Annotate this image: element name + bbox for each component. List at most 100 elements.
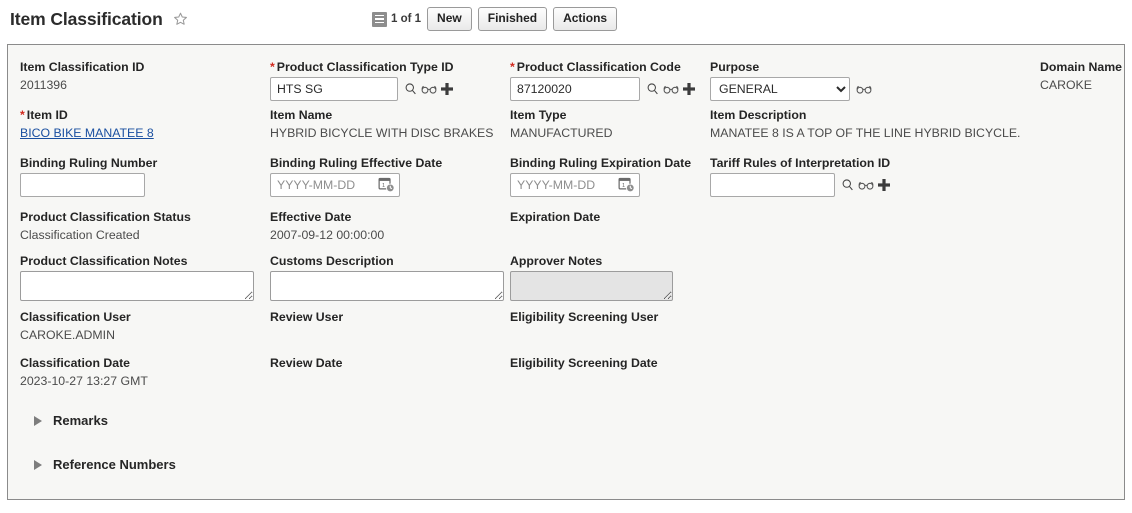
form-row-4: Product Classification Status Classifica… [20,209,1112,253]
field-effective-date: Effective Date 2007-09-12 00:00:00 [270,209,510,253]
field-binding-ruling-number: Binding Ruling Number [20,155,270,209]
field-domain-name: Domain Name CAROKE [1040,59,1123,107]
chevron-right-icon [34,459,42,470]
field-value: CAROKE.ADMIN [20,328,115,342]
field-label: Product Classification Notes [20,254,188,268]
actions-button[interactable]: Actions [553,7,618,31]
field-classification-date: Classification Date 2023-10-27 13:27 GMT [20,355,270,399]
field-label: Binding Ruling Effective Date [270,156,443,170]
section-label: Remarks [53,413,108,428]
field-label: Classification Date [20,356,131,370]
field-label: Approver Notes [510,254,603,268]
product-classification-notes-textarea[interactable] [20,271,254,301]
required-marker: * [510,60,515,74]
svg-text:1: 1 [382,183,385,189]
field-review-user: Review User [270,309,510,355]
chevron-right-icon [34,415,42,426]
field-item-name: Item Name HYBRID BICYCLE WITH DISC BRAKE… [270,107,510,155]
new-button[interactable]: New [427,7,472,31]
field-label: Domain Name [1040,60,1123,74]
section-reference-numbers[interactable]: Reference Numbers [34,457,1112,472]
field-product-classification-code: * Product Classification Code [510,59,710,107]
field-eligibility-screening-date: Eligibility Screening Date [510,355,710,399]
form-row-3: Binding Ruling Number Binding Ruling Eff… [20,155,1112,209]
form-row-1: Item Classification ID 2011396 * Product … [20,59,1123,107]
field-eligibility-screening-user: Eligibility Screening User [510,309,710,355]
field-label: Effective Date [270,210,352,224]
customs-description-textarea[interactable] [270,271,504,301]
field-label: Classification User [20,310,131,324]
header-toolbar: 1 of 1 New Finished Actions [372,7,618,31]
field-label: Review User [270,310,344,324]
plus-add-icon[interactable] [877,178,891,192]
required-marker: * [270,60,275,74]
field-label: Item Description [710,108,807,122]
search-icon[interactable] [404,82,418,96]
item-classification-form: Item Classification ID 2011396 * Product … [8,45,1124,472]
glasses-view-icon[interactable] [858,179,874,191]
field-value: 2011396 [20,78,67,92]
field-value: CAROKE [1040,78,1092,92]
item-id-link[interactable]: BICO BIKE MANATEE 8 [20,125,270,141]
lookup-icon-group [841,178,891,192]
lookup-icon-group [856,83,872,95]
lookup-icon-group [404,82,454,96]
field-value: MANUFACTURED [510,126,613,140]
field-classification-user: Classification User CAROKE.ADMIN [20,309,270,355]
glasses-view-icon[interactable] [663,83,679,95]
field-label: Item Type [510,108,567,122]
binding-ruling-number-input[interactable] [20,173,145,197]
calendar-clock-icon[interactable]: 1 [378,176,395,198]
approver-notes-textarea [510,271,673,301]
field-label: Item Classification ID [20,60,145,74]
product-classification-code-input[interactable] [510,77,640,101]
field-product-classification-type-id: * Product Classification Type ID [270,59,510,107]
field-label: Tariff Rules of Interpretation ID [710,156,891,170]
field-item-classification-id: Item Classification ID 2011396 [20,59,270,107]
field-binding-ruling-expiration-date: Binding Ruling Expiration Date 1 [510,155,710,209]
plus-add-icon[interactable] [440,82,454,96]
field-item-type: Item Type MANUFACTURED [510,107,710,155]
field-label: Expiration Date [510,210,601,224]
field-product-classification-notes: Product Classification Notes [20,253,270,309]
field-expiration-date: Expiration Date [510,209,710,253]
page-title: Item Classification [10,8,163,29]
star-outline-icon[interactable] [173,12,188,27]
form-row-2: * Item ID BICO BIKE MANATEE 8 Item Name H… [20,107,1112,155]
field-label: Product Classification Status [20,210,191,224]
tariff-rules-of-interpretation-id-input[interactable] [710,173,835,197]
search-icon[interactable] [646,82,660,96]
field-label: Review Date [270,356,343,370]
field-value: 2023-10-27 13:27 GMT [20,374,148,388]
list-view-icon[interactable] [372,11,387,27]
field-item-id: * Item ID BICO BIKE MANATEE 8 [20,107,270,155]
product-classification-type-id-input[interactable] [270,77,398,101]
field-review-date: Review Date [270,355,510,399]
field-label: * Product Classification Code [510,60,681,74]
plus-add-icon[interactable] [682,82,696,96]
field-purpose: Purpose GENERAL [710,59,1040,107]
finished-button[interactable]: Finished [477,7,548,31]
field-approver-notes: Approver Notes [510,253,710,309]
purpose-select[interactable]: GENERAL [710,77,850,101]
field-label: Purpose [710,60,760,74]
glasses-view-icon[interactable] [856,83,872,95]
section-remarks[interactable]: Remarks [34,413,1112,428]
search-icon[interactable] [841,178,855,192]
field-item-description: Item Description MANATEE 8 IS A TOP OF T… [710,107,1040,155]
glasses-view-icon[interactable] [421,83,437,95]
field-customs-description: Customs Description [270,253,510,309]
form-row-7: Classification Date 2023-10-27 13:27 GMT… [20,355,1112,399]
field-label: Eligibility Screening Date [510,356,658,370]
calendar-clock-icon[interactable]: 1 [618,176,635,198]
field-binding-ruling-effective-date: Binding Ruling Effective Date 1 [270,155,510,209]
lookup-icon-group [646,82,696,96]
form-row-5: Product Classification Notes Customs Des… [20,253,1112,309]
field-value: HYBRID BICYCLE WITH DISC BRAKES [270,126,494,140]
page-header: Item Classification 1 of 1 New Finished … [0,0,1132,38]
field-label: Binding Ruling Expiration Date [510,156,692,170]
field-label: Binding Ruling Number [20,156,158,170]
item-classification-panel: Item Classification ID 2011396 * Product … [7,44,1125,500]
section-label: Reference Numbers [53,457,176,472]
field-value: Classification Created [20,228,140,242]
